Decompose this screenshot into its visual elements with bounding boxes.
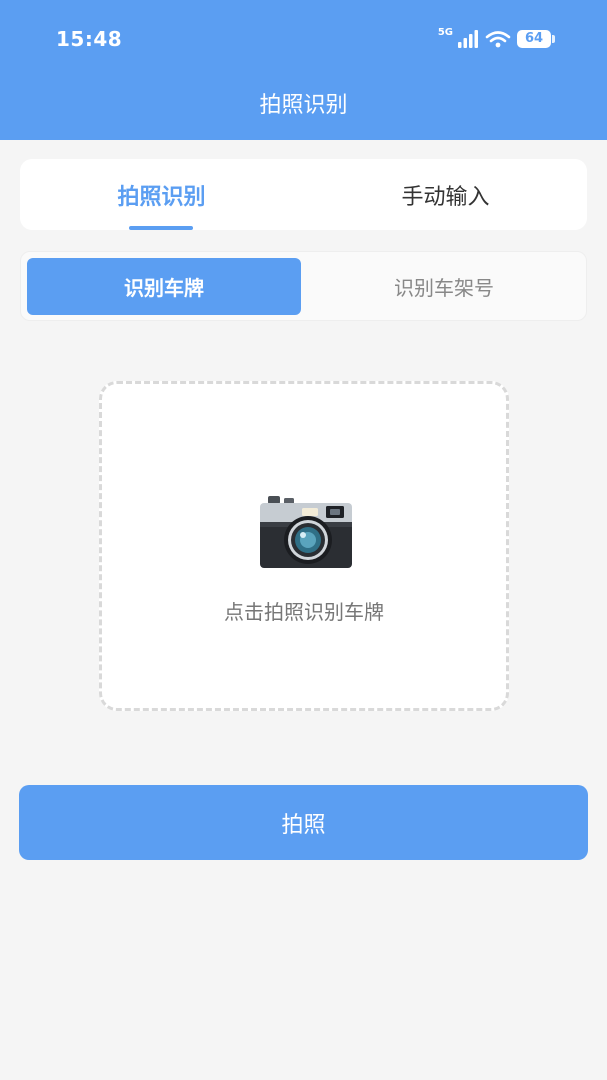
recognition-type-switch: 识别车牌 识别车架号 <box>20 251 587 321</box>
status-time: 15:48 <box>56 27 123 51</box>
tab-photo-recognition[interactable]: 拍照识别 <box>20 159 303 230</box>
take-photo-button[interactable]: 拍照 <box>19 785 588 860</box>
capture-hint: 点击拍照识别车牌 <box>224 600 384 624</box>
capture-area[interactable]: 点击拍照识别车牌 <box>99 381 509 711</box>
segment-vin[interactable]: 识别车架号 <box>307 258 581 315</box>
network-type-label: 5G <box>437 27 453 38</box>
tab-manual-input[interactable]: 手动输入 <box>304 159 587 230</box>
status-icons: 5G 64 <box>437 27 555 50</box>
segment-license-plate[interactable]: 识别车牌 <box>27 258 301 315</box>
page: 15:48 5G 64 拍照识别 拍照识别 手动输入 识别车牌 识别车架号 点击… <box>0 0 607 1080</box>
signal-icon <box>458 30 478 48</box>
active-tab-indicator <box>129 226 193 230</box>
wifi-icon <box>485 31 511 48</box>
header-bar: 15:48 5G 64 拍照识别 <box>0 0 607 140</box>
camera-icon <box>260 496 352 568</box>
battery-icon: 64 <box>517 30 555 48</box>
mode-tabs: 拍照识别 手动输入 <box>20 159 587 230</box>
battery-level: 64 <box>524 31 544 46</box>
page-title: 拍照识别 <box>259 93 348 118</box>
